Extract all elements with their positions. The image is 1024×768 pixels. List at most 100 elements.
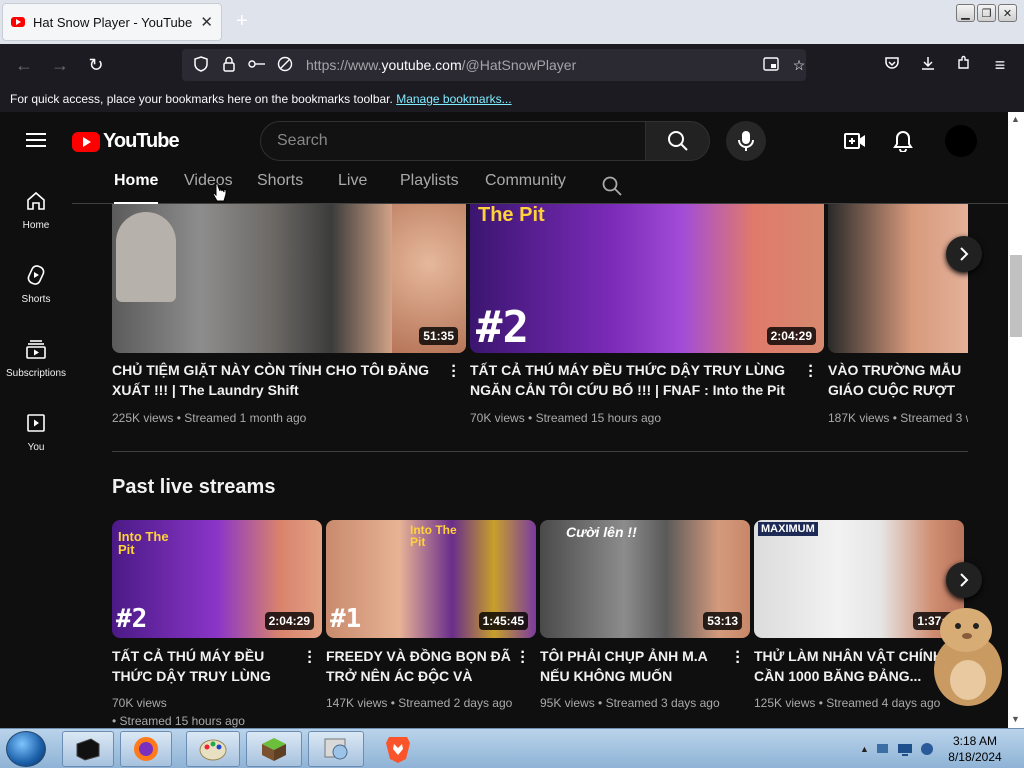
sidebar-item-subscriptions[interactable]: Subscriptions [0, 338, 72, 379]
extensions-icon[interactable] [952, 53, 976, 77]
video-thumbnail[interactable] [828, 204, 968, 353]
create-button[interactable] [843, 129, 867, 153]
voice-search-button[interactable] [726, 121, 766, 161]
taskbar-app-media[interactable] [308, 731, 364, 767]
video-title[interactable]: THỬ LÀM NHÂN VẬT CHÍNH CẦN 1000 BĂNG ĐẢN… [754, 646, 944, 686]
thumbnail-text: #1 [330, 604, 362, 634]
pocket-icon[interactable] [880, 53, 904, 77]
taskbar-app-minecraft[interactable] [246, 731, 302, 767]
downloads-icon[interactable] [916, 53, 940, 77]
new-tab-icon[interactable]: + [236, 10, 248, 33]
autoplay-blocked-icon[interactable] [276, 56, 294, 75]
search-input[interactable] [277, 132, 645, 150]
tray-network-icon[interactable] [875, 741, 891, 757]
bell-icon [893, 130, 913, 152]
sidebar-item-shorts[interactable]: Shorts [0, 264, 72, 305]
taskbar: ▲ 3:18 AM 8/18/2024 [0, 728, 1024, 768]
video-title[interactable]: FREEDY VÀ ĐỒNG BỌN ĐÃ TRỞ NÊN ÁC ĐỘC VÀ … [326, 646, 516, 686]
back-button[interactable]: ← [12, 53, 36, 77]
scroll-down-icon[interactable]: ▼ [1011, 714, 1020, 724]
url-bar[interactable]: https://www.youtube.com/@HatSnowPlayer ☆ [182, 49, 806, 81]
thumbnail-text: The Pit [478, 204, 545, 226]
channel-search-icon[interactable] [602, 176, 622, 196]
shield-icon[interactable] [192, 55, 210, 75]
video-meta: 70K views • Streamed 15 hours ago [470, 411, 661, 425]
close-window-button[interactable]: ✕ [998, 4, 1017, 22]
taskbar-app-brave[interactable] [380, 733, 416, 765]
video-title[interactable]: VÀO TRƯỜNG MẪU GIÁO CUỘC RƯỢT ĐUỔI SAU [828, 360, 968, 400]
chevron-right-icon [960, 247, 969, 261]
tray-monitor-icon[interactable] [897, 741, 913, 757]
tab-community[interactable]: Community [485, 172, 566, 204]
section-title[interactable]: Past live streams [112, 476, 275, 499]
firefox-icon [134, 737, 158, 761]
video-thumbnail[interactable]: Into The Pit #2 2:04:29 [112, 520, 322, 638]
bookmark-star-icon[interactable]: ☆ [790, 57, 808, 74]
window-controls: ▁ ❐ ✕ [956, 4, 1017, 22]
video-meta: 225K views • Streamed 1 month ago [112, 411, 307, 425]
more-options-icon[interactable]: · · · [808, 359, 814, 385]
more-options-icon[interactable]: · · · [307, 645, 313, 671]
home-icon [27, 191, 45, 210]
url-text[interactable]: https://www.youtube.com/@HatSnowPlayer [306, 57, 576, 73]
tab-playlists[interactable]: Playlists [400, 172, 459, 204]
avatar[interactable] [945, 125, 977, 157]
sidebar-item-you[interactable]: You [0, 412, 72, 453]
taskbar-clock[interactable]: 3:18 AM 8/18/2024 [940, 733, 1010, 765]
tab-shorts[interactable]: Shorts [257, 172, 303, 204]
video-meta: 147K views • Streamed 2 days ago [326, 696, 513, 710]
tab-title: Hat Snow Player - YouTube [33, 14, 193, 30]
reload-button[interactable]: ↻ [84, 53, 108, 77]
sidebar-item-label: Home [22, 220, 50, 231]
taskbar-app-terminal[interactable] [62, 731, 114, 767]
page-scrollbar[interactable]: ▲ ▼ [1008, 112, 1024, 728]
tab-home[interactable]: Home [114, 172, 159, 204]
sidebar-item-home[interactable]: Home [0, 190, 72, 231]
menu-icon[interactable]: ≡ [988, 53, 1012, 77]
system-tray: ▲ [860, 733, 940, 765]
scroll-up-icon[interactable]: ▲ [1011, 114, 1020, 124]
thumbnail-text: #2 [116, 604, 148, 634]
video-meta: 95K views • Streamed 3 days ago [540, 696, 720, 710]
tray-volume-icon[interactable] [919, 741, 935, 757]
video-thumbnail[interactable]: 51:35 [112, 204, 466, 353]
video-title[interactable]: TẤT CẢ THÚ MÁY ĐỀU THỨC DẬY TRUY LÙNG NG… [112, 646, 302, 686]
section-divider [112, 451, 968, 452]
tab-live[interactable]: Live [338, 172, 367, 204]
more-options-icon[interactable]: · · · [520, 645, 526, 671]
next-arrow-button[interactable] [946, 236, 982, 272]
video-title[interactable]: TÔI PHẢI CHỤP ẢNH M.A NẾU KHÔNG MUỐN C.H… [540, 646, 730, 686]
scrollbar-thumb[interactable] [1010, 255, 1022, 337]
taskbar-app-firefox[interactable] [120, 731, 172, 767]
next-arrow-button[interactable] [946, 562, 982, 598]
permissions-icon[interactable] [248, 57, 266, 74]
you-icon [27, 414, 45, 432]
video-thumbnail[interactable]: Into The Pit #1 1:45:45 [326, 520, 536, 638]
youtube-logo[interactable]: YouTube [72, 130, 180, 153]
more-options-icon[interactable]: · · · [735, 645, 741, 671]
restore-button[interactable]: ❐ [977, 4, 996, 22]
bookmarks-toolbar: For quick access, place your bookmarks h… [0, 86, 1024, 112]
guide-menu-icon[interactable] [26, 133, 46, 147]
video-meta: 187K views • Streamed 3 w [828, 411, 968, 425]
search-box [260, 121, 646, 161]
more-options-icon[interactable]: · · · [451, 359, 457, 385]
forward-button[interactable]: → [48, 53, 72, 77]
video-title[interactable]: TẤT CẢ THÚ MÁY ĐỀU THỨC DẬY TRUY LÙNG NG… [470, 360, 800, 400]
video-duration: 2:04:29 [766, 327, 816, 345]
tray-expand-icon[interactable]: ▲ [860, 744, 869, 754]
minimize-button[interactable]: ▁ [956, 4, 975, 22]
browser-tab[interactable]: Hat Snow Player - YouTube ✕ [2, 3, 222, 41]
notifications-button[interactable] [891, 129, 915, 153]
search-button[interactable] [645, 121, 710, 161]
video-thumbnail[interactable]: The Pit #2 2:04:29 [470, 204, 824, 353]
video-title[interactable]: CHỦ TIỆM GIẶT NÀY CÒN TÍNH CHO TÔI ĐĂNG … [112, 360, 442, 400]
browser-navbar: ← → ↻ https://www.youtube.com/@HatSnowPl… [0, 44, 1024, 86]
picture-in-picture-icon[interactable] [762, 56, 780, 74]
lock-icon[interactable] [220, 56, 238, 75]
manage-bookmarks-link[interactable]: Manage bookmarks... [396, 92, 511, 106]
video-thumbnail[interactable]: Cười lên !! 53:13 [540, 520, 750, 638]
taskbar-app-paint[interactable] [186, 731, 240, 767]
start-button[interactable] [6, 731, 46, 767]
tab-close-icon[interactable]: ✕ [200, 13, 213, 31]
